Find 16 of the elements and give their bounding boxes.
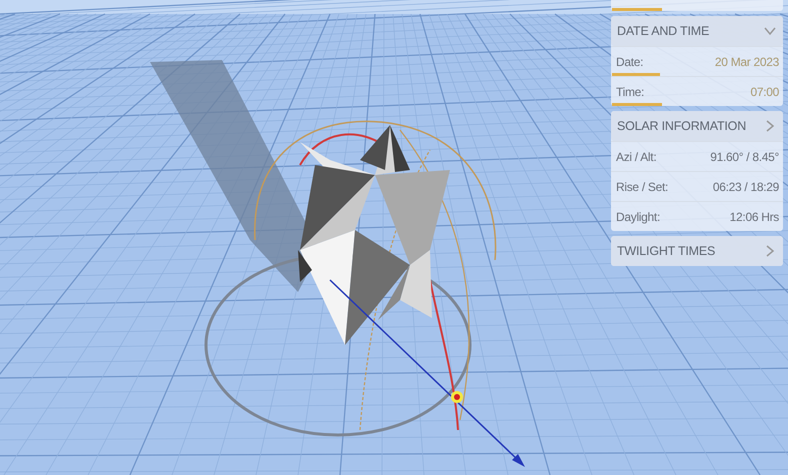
field-label: Time: [616,84,644,98]
field-value: 12:06 Hrs [730,210,779,224]
chevron-right-icon [764,120,776,132]
field-label: Azi / Alt: [616,150,656,164]
section-header[interactable]: DATE AND TIME [611,16,783,46]
field-label: Date: [616,54,644,68]
section-header[interactable]: SOLAR INFORMATION [611,111,783,141]
chevron-right-icon [764,245,776,257]
field-value: 06:23 / 18:29 [712,180,779,194]
field-value: 91.60° / 8.45° [710,150,779,164]
field-label: Rise / Set: [616,180,668,194]
section-header[interactable]: TWILIGHT TIMES [611,236,783,266]
field-value: 07:00 [750,84,779,98]
field-label: Daylight: [616,210,660,224]
field-value: 20 Mar 2023 [714,54,779,68]
chevron-down-icon [764,25,776,37]
